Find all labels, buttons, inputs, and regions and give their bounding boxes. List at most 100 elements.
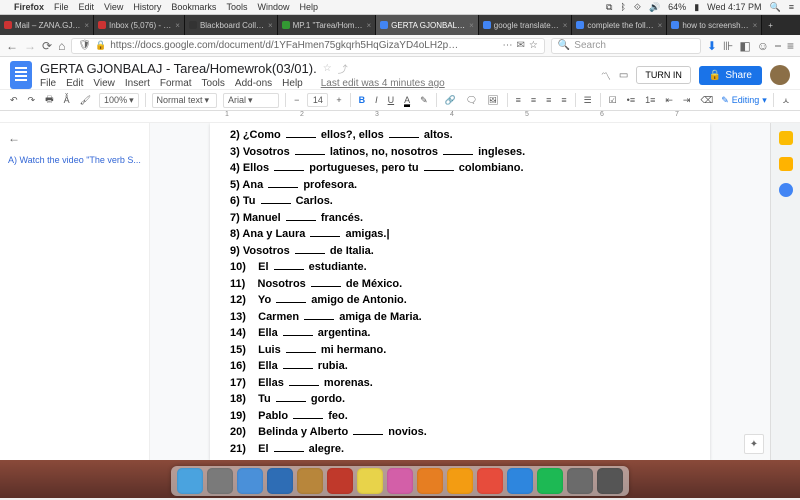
explore-button[interactable]: ✦: [744, 434, 764, 454]
docs-logo-icon[interactable]: [10, 61, 32, 89]
hide-menus-button[interactable]: ㅅ: [780, 93, 792, 108]
document-line[interactable]: 3) Vosotros latinos, no, nosotros ingles…: [230, 144, 690, 161]
fill-blank[interactable]: [274, 441, 304, 452]
document-line[interactable]: 7) Manuel francés.: [230, 210, 690, 227]
line-spacing-button[interactable]: ☰: [582, 94, 594, 107]
spellcheck-button[interactable]: Aͯ: [62, 94, 72, 106]
document-line[interactable]: 10) El estudiante.: [230, 259, 690, 276]
fill-blank[interactable]: [276, 292, 306, 303]
notifications-icon[interactable]: ≡: [789, 2, 794, 12]
dock-app-icon[interactable]: [237, 468, 263, 494]
mac-menu-window[interactable]: Window: [257, 2, 289, 12]
print-button[interactable]: 🖶: [43, 91, 56, 109]
battery-icon[interactable]: ▮: [694, 2, 699, 13]
tab-close-icon[interactable]: ×: [658, 21, 663, 30]
browser-tab[interactable]: GERTA GJONBAL…×: [376, 15, 479, 35]
outline-back-icon[interactable]: ←: [8, 131, 141, 145]
browser-tab[interactable]: Mail – ZANA.GJ…×: [0, 15, 94, 35]
bullet-list-button[interactable]: •≡: [625, 94, 637, 106]
docs-menu-file[interactable]: File: [40, 78, 56, 89]
docs-menu-view[interactable]: View: [93, 78, 115, 89]
mac-menu-bookmarks[interactable]: Bookmarks: [171, 2, 216, 12]
document-line[interactable]: 8) Ana y Laura amigas.|: [230, 226, 690, 243]
docs-menu-tools[interactable]: Tools: [202, 78, 225, 89]
font-size-input[interactable]: 14: [307, 93, 328, 107]
dock-app-icon[interactable]: [297, 468, 323, 494]
mac-menu-help[interactable]: Help: [299, 2, 318, 12]
sidebar-icon[interactable]: ◧: [739, 39, 750, 53]
tab-close-icon[interactable]: ×: [84, 21, 89, 30]
fill-blank[interactable]: [424, 160, 454, 171]
document-line[interactable]: 14) Ella argentina.: [230, 325, 690, 342]
bookmark-star-icon[interactable]: ☆: [529, 40, 538, 51]
paint-format-button[interactable]: 🖌: [78, 94, 93, 107]
mac-menu-view[interactable]: View: [104, 2, 123, 12]
document-line[interactable]: 5) Ana profesora.: [230, 177, 690, 194]
document-line[interactable]: 21) El alegre.: [230, 441, 690, 458]
align-justify-button[interactable]: ≡: [559, 94, 568, 106]
dock-app-icon[interactable]: [387, 468, 413, 494]
browser-tab[interactable]: google translate…×: [479, 15, 573, 35]
search-box[interactable]: 🔍 Search: [551, 38, 701, 54]
fill-blank[interactable]: [289, 375, 319, 386]
browser-tab[interactable]: complete the foll…×: [572, 15, 667, 35]
bold-button[interactable]: B: [357, 94, 368, 106]
highlight-button[interactable]: ✎: [418, 94, 430, 107]
document-line[interactable]: 18) Tu gordo.: [230, 391, 690, 408]
number-list-button[interactable]: 1≡: [643, 94, 657, 106]
checklist-button[interactable]: ☑: [607, 94, 619, 107]
keep-app-icon[interactable]: [779, 131, 793, 145]
browser-tab[interactable]: Blackboard Coll…×: [185, 15, 278, 35]
fill-blank[interactable]: [353, 424, 383, 435]
fill-blank[interactable]: [295, 243, 325, 254]
fill-blank[interactable]: [274, 160, 304, 171]
new-tab-button[interactable]: +: [762, 21, 779, 30]
outdent-button[interactable]: ⇤: [663, 94, 675, 107]
tab-close-icon[interactable]: ×: [268, 21, 273, 30]
dock-app-icon[interactable]: [507, 468, 533, 494]
fill-blank[interactable]: [286, 127, 316, 138]
fill-blank[interactable]: [295, 144, 325, 155]
battery-pct[interactable]: 64%: [668, 2, 686, 12]
lock-icon[interactable]: 🔒: [95, 40, 106, 51]
italic-button[interactable]: I: [373, 94, 380, 106]
styles-select[interactable]: Normal text▾: [152, 93, 217, 108]
dock-app-icon[interactable]: [357, 468, 383, 494]
volume-icon[interactable]: 🔊: [649, 2, 660, 13]
clear-format-button[interactable]: ⌫: [698, 94, 715, 107]
reload-button[interactable]: ⟳: [42, 39, 52, 53]
home-button[interactable]: ⌂: [58, 39, 65, 53]
document-line[interactable]: 12) Yo amigo de Antonio.: [230, 292, 690, 309]
dock-app-icon[interactable]: [537, 468, 563, 494]
browser-tab[interactable]: MP.1 "Tarea/Hom…×: [278, 15, 377, 35]
text-color-button[interactable]: A: [402, 94, 412, 106]
fill-blank[interactable]: [276, 391, 306, 402]
mac-menu-edit[interactable]: Edit: [79, 2, 95, 12]
document-line[interactable]: 11) Nosotros de México.: [230, 276, 690, 293]
fill-blank[interactable]: [286, 210, 316, 221]
dock-app-icon[interactable]: [267, 468, 293, 494]
mac-menu-tools[interactable]: Tools: [226, 2, 247, 12]
mac-app-name[interactable]: Firefox: [14, 2, 44, 12]
tab-close-icon[interactable]: ×: [469, 21, 474, 30]
dock-app-icon[interactable]: [417, 468, 443, 494]
document-line[interactable]: 6) Tu Carlos.: [230, 193, 690, 210]
font-select[interactable]: Arial▾: [223, 93, 279, 108]
fill-blank[interactable]: [286, 342, 316, 353]
fill-blank[interactable]: [443, 144, 473, 155]
app-menu-icon[interactable]: ≡: [787, 39, 794, 53]
fill-blank[interactable]: [283, 358, 313, 369]
docs-menu-format[interactable]: Format: [160, 78, 192, 89]
dock-app-icon[interactable]: [327, 468, 353, 494]
dock-app-icon[interactable]: [207, 468, 233, 494]
move-icon[interactable]: ⤴: [338, 61, 348, 76]
insert-image-button[interactable]: 🖼: [485, 94, 500, 107]
fill-blank[interactable]: [268, 177, 298, 188]
dock-app-icon[interactable]: [597, 468, 623, 494]
document-line[interactable]: 22) Pedro y Alvarito inteligentes.: [230, 457, 690, 460]
tab-close-icon[interactable]: ×: [563, 21, 568, 30]
downloads-icon[interactable]: ⬇: [707, 39, 717, 53]
account-icon[interactable]: ☺: [757, 39, 769, 53]
document-line[interactable]: 2) ¿Como ellos?, ellos altos.: [230, 127, 690, 144]
user-avatar[interactable]: [770, 65, 790, 85]
